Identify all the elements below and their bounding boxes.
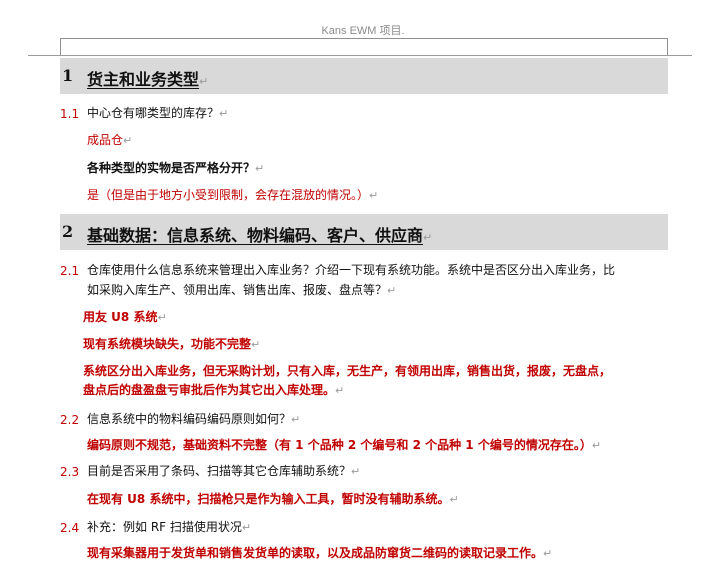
section-title: 基础数据：信息系统、物料编码、客户、供应商↵ — [87, 226, 433, 245]
paragraph-mark-icon: ↵ — [199, 75, 209, 88]
question-text: 中心仓有哪类型的库存？↵ — [87, 106, 229, 120]
section-number: 1 — [62, 66, 74, 85]
question-text: 补充：例如 RF 扫描使用状况↵ — [87, 520, 252, 534]
item-number: 2.4 — [60, 521, 80, 535]
paragraph-mark-icon: ↵ — [251, 338, 261, 351]
paragraph-mark-icon: ↵ — [591, 439, 602, 452]
answer-text: 成品仓↵ — [87, 133, 133, 147]
section-heading-1: 1 货主和业务类型↵ — [60, 58, 668, 94]
question-text: 目前是否采用了条码、扫描等其它仓库辅助系统？↵ — [87, 464, 361, 478]
answer-text: 用友 U8 系统↵ — [83, 310, 167, 324]
paragraph-mark-icon: ↵ — [219, 107, 229, 120]
question-text: 如采购入库生产、领用出库、销售出库、报废、盘点等？↵ — [87, 283, 397, 297]
section-title: 货主和业务类型↵ — [87, 70, 209, 89]
item-number: 2.3 — [60, 465, 80, 479]
answer-text: 是（但是由于地方小受到限制，会存在混放的情况。）↵ — [87, 188, 379, 202]
answer-text: 现有采集器用于发货单和销售发货单的读取，以及成品防窜货二维码的读取记录工作。↵ — [87, 546, 553, 560]
header-divider — [28, 55, 692, 56]
paragraph-mark-icon: ↵ — [423, 231, 433, 244]
paragraph-mark-icon: ↵ — [543, 547, 553, 560]
answer-text: 现有系统模块缺失，功能不完整↵ — [83, 337, 261, 351]
item-number: 2.2 — [60, 413, 80, 427]
question-text: 仓库使用什么信息系统来管理出入库业务？介绍一下现有系统功能。系统中是否区分出入库… — [87, 263, 616, 277]
answer-text: 在现有 U8 系统中，扫描枪只是作为输入工具，暂时没有辅助系统。↵ — [87, 492, 459, 506]
paragraph-mark-icon: ↵ — [351, 465, 361, 478]
header-frame — [60, 38, 668, 55]
question-text: 信息系统中的物料编码编码原则如何？↵ — [87, 412, 301, 426]
item-number: 2.1 — [60, 264, 80, 278]
sub-question-text: 各种类型的实物是否严格分开？↵ — [87, 161, 265, 175]
header-text: Kans EWM 项目. — [321, 25, 405, 37]
paragraph-mark-icon: ↵ — [335, 384, 345, 397]
paragraph-mark-icon: ↵ — [291, 413, 301, 426]
section-number: 2 — [62, 222, 74, 241]
paragraph-mark-icon: ↵ — [449, 493, 459, 506]
paragraph-mark-icon: ↵ — [387, 284, 397, 297]
paragraph-mark-icon: ↵ — [157, 311, 167, 324]
item-number: 1.1 — [60, 107, 80, 121]
paragraph-mark-icon: ↵ — [241, 521, 252, 534]
paragraph-mark-icon: ↵ — [123, 134, 133, 147]
answer-text: 编码原则不规范，基础资料不完整（有 1 个品种 2 个编号和 2 个品种 1 个… — [87, 438, 602, 452]
paragraph-mark-icon: ↵ — [369, 189, 379, 202]
paragraph-mark-icon: ↵ — [255, 162, 265, 175]
section-heading-2: 2 基础数据：信息系统、物料编码、客户、供应商↵ — [60, 214, 668, 250]
answer-text: 盘点后的盘盈盘亏审批后作为其它出入库处理。↵ — [83, 383, 345, 397]
answer-text: 系统区分出入库业务，但无采购计划，只有入库，无生产，有领用出库，销售出货，报废，… — [83, 364, 612, 378]
